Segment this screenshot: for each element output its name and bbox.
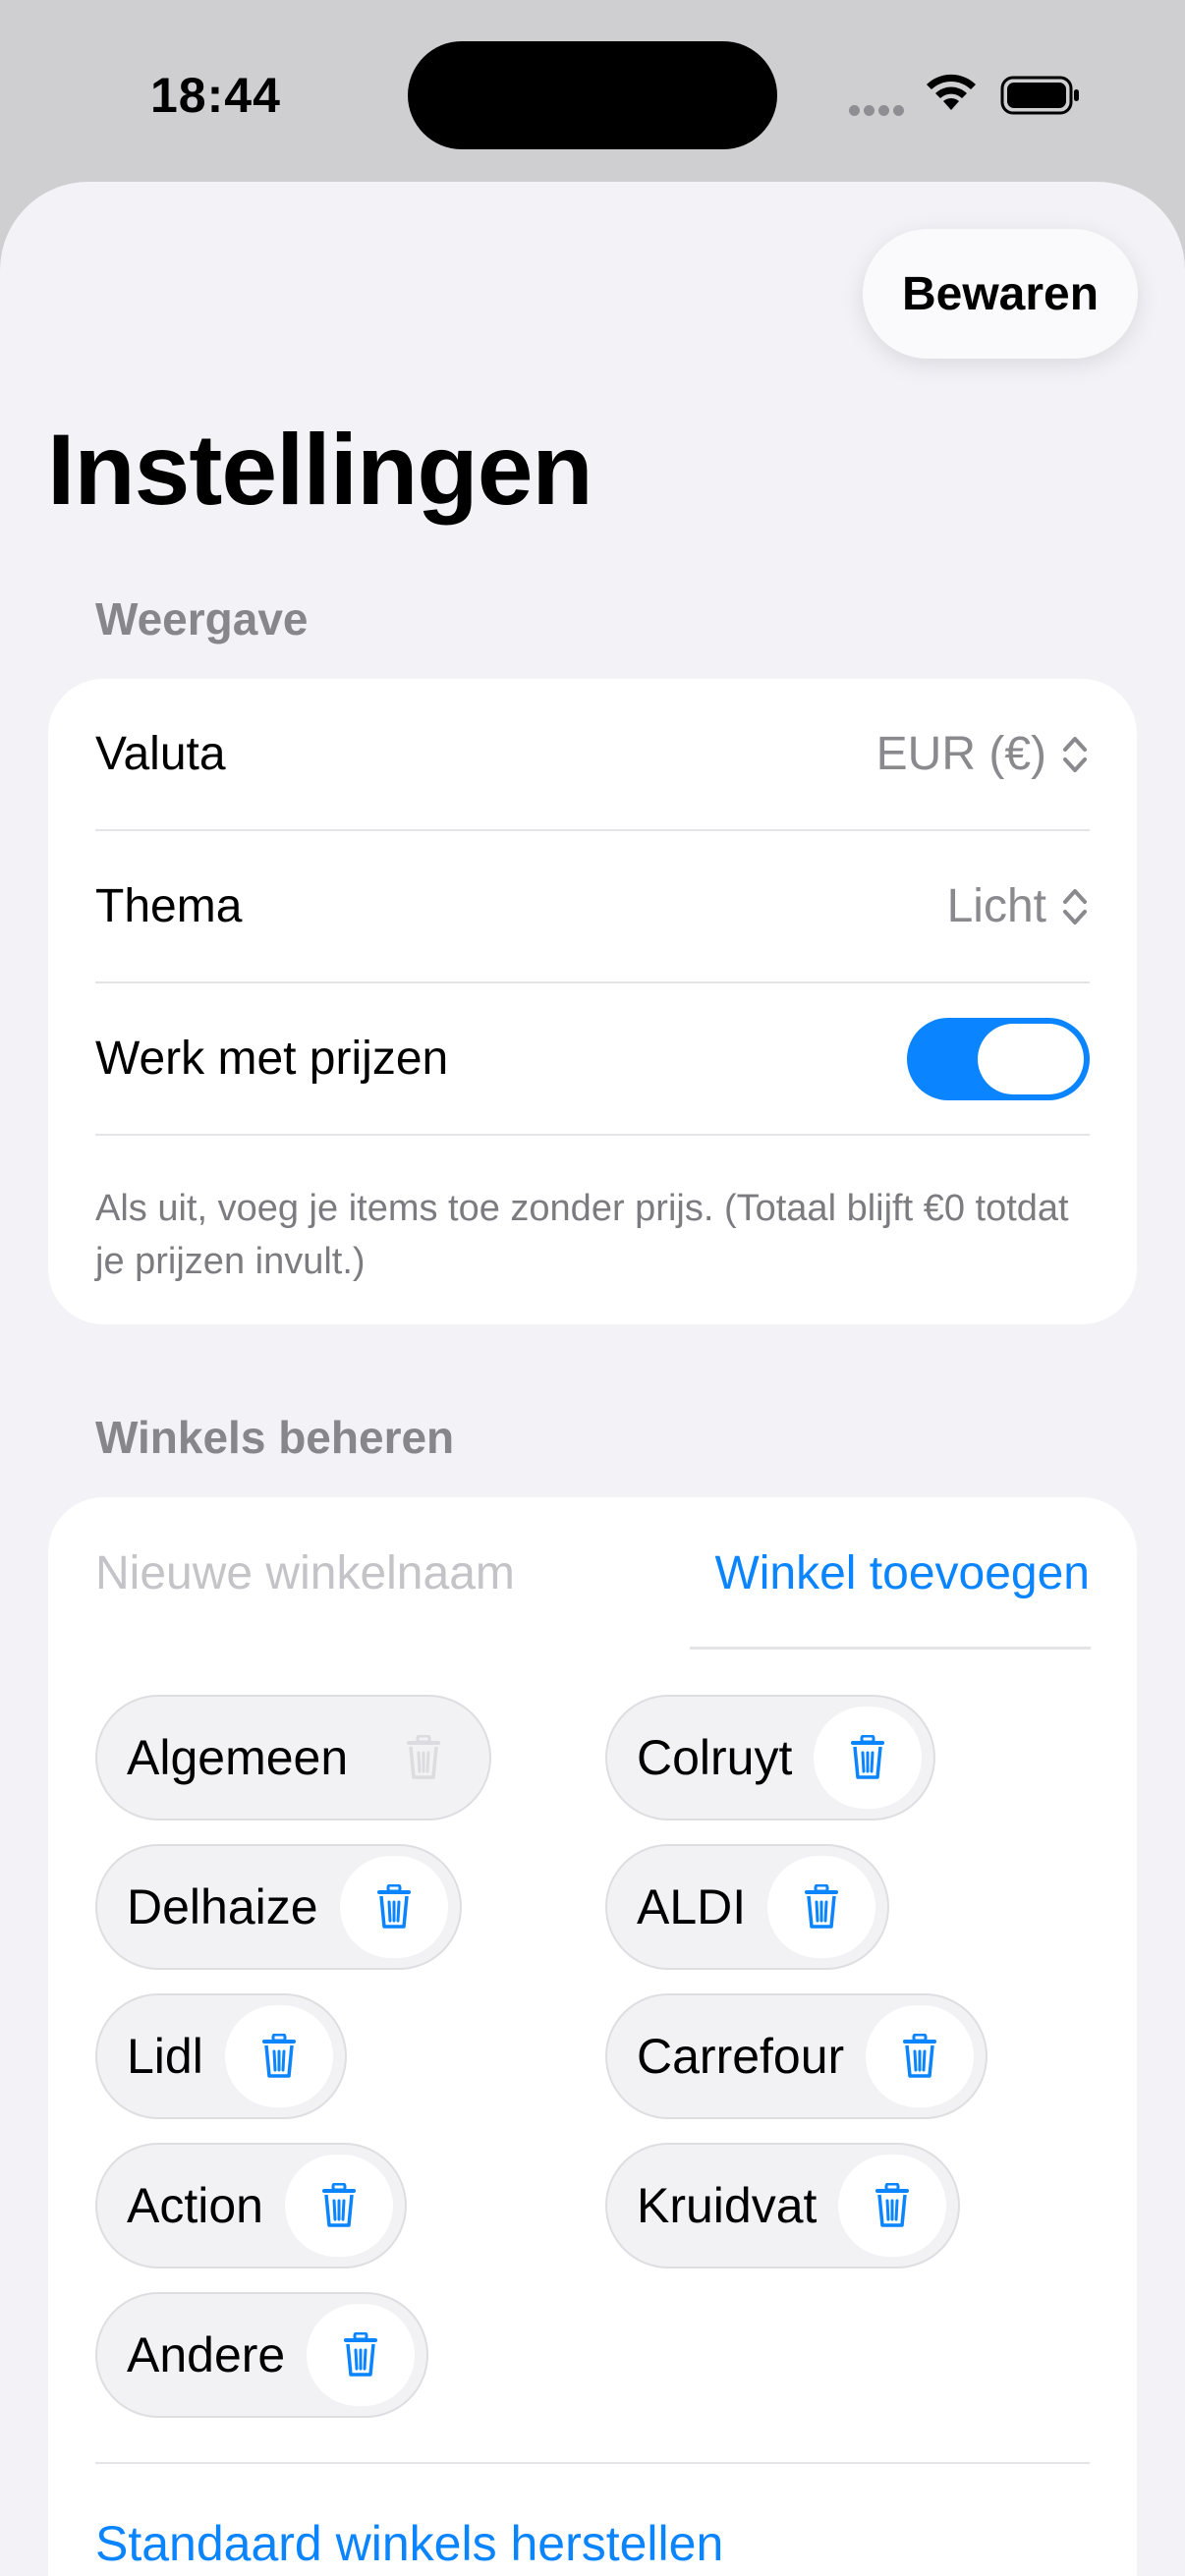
- trash-icon: [375, 1884, 413, 1930]
- battery-icon: [1000, 76, 1079, 115]
- status-time: 18:44: [150, 68, 281, 123]
- delete-store-button: [369, 1707, 478, 1809]
- add-store-button[interactable]: Winkel toevoegen: [714, 1546, 1090, 1600]
- delete-store-button[interactable]: [339, 1856, 448, 1958]
- theme-row[interactable]: Thema Licht: [95, 831, 1090, 983]
- trash-icon: [803, 1884, 840, 1930]
- currency-picker[interactable]: EUR (€): [876, 727, 1090, 781]
- new-store-input[interactable]: [95, 1546, 646, 1600]
- delete-store-button[interactable]: [767, 1856, 876, 1958]
- trash-icon: [342, 2332, 379, 2378]
- delete-store-button[interactable]: [284, 2155, 393, 2257]
- page-title: Instellingen: [47, 414, 593, 526]
- trash-icon: [405, 1735, 442, 1780]
- store-chip: Lidl: [95, 1993, 347, 2119]
- stores-card: Winkel toevoegen Algemeen Colruyt Delhaize…: [48, 1497, 1137, 2576]
- store-chip-label: Action: [127, 2178, 263, 2233]
- delete-store-button[interactable]: [866, 2005, 975, 2107]
- stores-divider: [95, 2462, 1090, 2464]
- section-header-display: Weergave: [95, 593, 309, 644]
- prices-footnote: Als uit, voeg je items toe zonder prijs.…: [95, 1188, 1069, 1282]
- store-chip-label: Kruidvat: [637, 2178, 818, 2233]
- toggle-knob: [978, 1023, 1084, 1094]
- store-chip: Action: [95, 2143, 407, 2268]
- display-card: Valuta EUR (€) Thema Licht Werk met prij…: [48, 679, 1137, 1324]
- currency-row[interactable]: Valuta EUR (€): [95, 679, 1090, 831]
- restore-defaults-button[interactable]: Standaard winkels herstellen: [95, 2515, 723, 2572]
- delete-store-button[interactable]: [814, 1707, 923, 1809]
- store-chip-label: Algemeen: [127, 1730, 349, 1785]
- theme-picker[interactable]: Licht: [947, 879, 1090, 933]
- delete-store-button[interactable]: [838, 2155, 947, 2257]
- delete-store-button[interactable]: [307, 2304, 416, 2406]
- chevron-updown-icon: [1063, 736, 1087, 772]
- theme-value: Licht: [946, 880, 1046, 932]
- chevron-updown-icon: [1063, 888, 1087, 924]
- store-chip: Kruidvat: [605, 2143, 961, 2268]
- store-chip-label: Delhaize: [127, 1879, 318, 1934]
- trash-icon: [849, 1735, 886, 1780]
- prices-row: Werk met prijzen: [95, 983, 1090, 1136]
- save-button[interactable]: Bewaren: [863, 229, 1138, 359]
- theme-label: Thema: [95, 880, 243, 932]
- store-chip-label: Andere: [127, 2327, 286, 2382]
- prices-label: Werk met prijzen: [95, 1033, 449, 1085]
- cellular-signal-icon: [849, 103, 908, 117]
- store-chip: Andere: [95, 2292, 429, 2418]
- currency-label: Valuta: [95, 728, 226, 780]
- trash-icon: [874, 2183, 911, 2228]
- prices-toggle[interactable]: [907, 1017, 1090, 1100]
- store-chip-label: ALDI: [637, 1879, 747, 1934]
- add-store-underline: [690, 1647, 1091, 1650]
- store-chip: Algemeen: [95, 1695, 492, 1820]
- wifi-icon: [927, 74, 976, 110]
- currency-value: EUR (€): [875, 728, 1046, 780]
- status-bar: 18:44: [0, 0, 1185, 187]
- store-chip: ALDI: [605, 1844, 890, 1970]
- new-store-row: Winkel toevoegen: [95, 1497, 1090, 1650]
- store-chip-label: Colruyt: [637, 1730, 793, 1785]
- store-chip: Delhaize: [95, 1844, 462, 1970]
- dynamic-island: [408, 41, 777, 149]
- trash-icon: [320, 2183, 358, 2228]
- store-chip: Carrefour: [605, 1993, 988, 2119]
- store-chip: Colruyt: [605, 1695, 936, 1820]
- trash-icon: [260, 2034, 298, 2079]
- store-chip-label: Lidl: [127, 2029, 203, 2084]
- delete-store-button[interactable]: [224, 2005, 333, 2107]
- store-chip-label: Carrefour: [637, 2029, 845, 2084]
- section-header-stores: Winkels beheren: [95, 1412, 455, 1463]
- trash-icon: [901, 2034, 938, 2079]
